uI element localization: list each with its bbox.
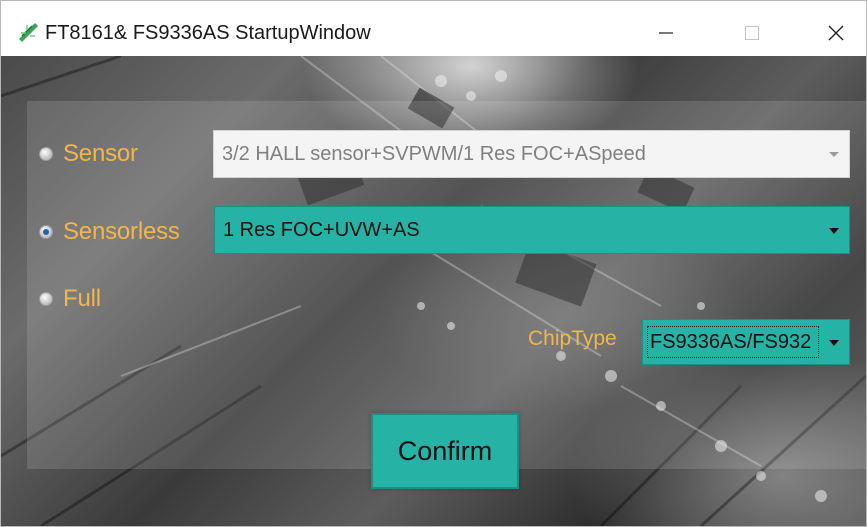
chip-type-label: ChipType [528,327,617,350]
client-area: Sensor 3/2 HALL sensor+SVPWM/1 Res FOC+A… [1,56,866,526]
window-title: FT8161& FS9336AS StartupWindow [45,22,371,44]
title-bar[interactable]: FT8161& FS9336AS StartupWindow [1,1,866,63]
confirm-label: Confirm [397,435,493,466]
radio-button[interactable] [39,147,53,161]
circuit-board-icon [19,23,38,42]
sensorless-algorithm-value: 1 Res FOC+UVW+AS [223,218,420,241]
confirm-button[interactable]: Confirm [371,413,519,489]
chip-type-value: FS9336AS/FS932 [650,330,812,353]
minimize-icon [659,32,673,34]
chip-type-focus-box: FS9336AS/FS932 [647,326,819,358]
sensorless-label: Sensorless [63,218,180,245]
minimize-button[interactable] [644,15,688,51]
full-radio[interactable]: Full [39,285,101,313]
chevron-down-icon [829,228,839,234]
maximize-icon [745,26,759,40]
radio-button[interactable] [39,292,53,306]
startup-window: FT8161& FS9336AS StartupWindow Sensor 3/… [0,0,867,527]
close-button[interactable] [814,15,858,51]
sensorless-algorithm-combo[interactable]: 1 Res FOC+UVW+AS [214,206,850,254]
sensorless-radio[interactable]: Sensorless [39,218,180,246]
chip-type-combo[interactable]: FS9336AS/FS932 [642,319,850,365]
sensor-algorithm-value: 3/2 HALL sensor+SVPWM/1 Res FOC+ASpeed [222,142,646,165]
sensor-radio[interactable]: Sensor [39,140,138,168]
maximize-button[interactable] [730,15,774,51]
chevron-down-icon [829,152,839,157]
close-icon [828,25,844,41]
radio-button-checked[interactable] [39,225,53,239]
sensor-algorithm-combo[interactable]: 3/2 HALL sensor+SVPWM/1 Res FOC+ASpeed [213,130,850,178]
full-label: Full [63,285,101,312]
chevron-down-icon [829,340,839,346]
sensor-label: Sensor [63,140,138,167]
